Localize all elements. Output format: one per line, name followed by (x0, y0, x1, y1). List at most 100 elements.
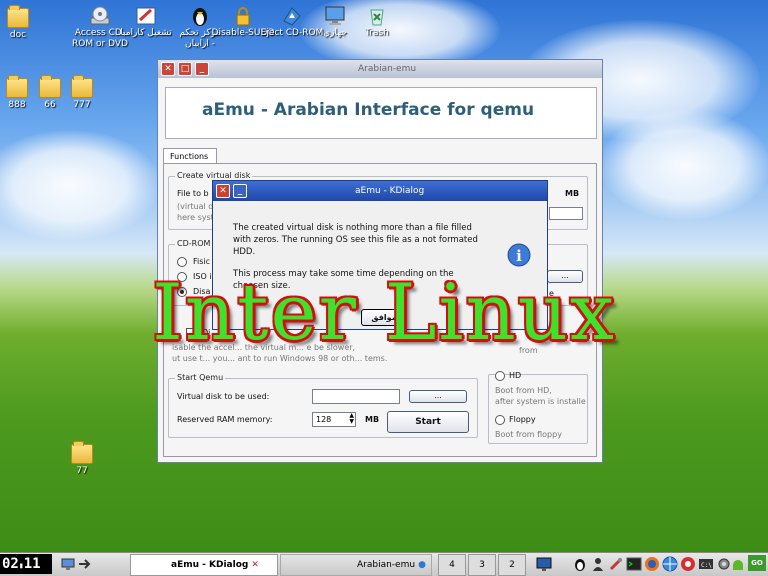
group-legend: Create virtual disk (175, 171, 253, 180)
desktop-icon-77[interactable]: 77 (50, 441, 114, 477)
start-qemu-group: Start Qemu Virtual disk to be used: ... … (168, 373, 478, 438)
cloud (0, 130, 160, 240)
dialog-title: aEmu - KDialog (355, 186, 425, 196)
ram-label: Reserved RAM memory: (177, 415, 273, 424)
lock-icon (236, 7, 250, 26)
vdisk-input[interactable] (312, 389, 400, 404)
radio-label: Fisic (193, 257, 211, 266)
network-icon[interactable] (60, 556, 76, 572)
group-legend: CD-ROM (175, 239, 213, 248)
folder-icon (71, 441, 93, 464)
svg-text:i: i (516, 247, 522, 265)
cdrom-radio-iso[interactable] (177, 272, 187, 282)
desktop-icon-label: Trash (365, 28, 389, 38)
tux-tray-icon[interactable] (572, 556, 588, 572)
terminal-icon[interactable] (626, 556, 642, 572)
karamba-icon (136, 7, 156, 25)
disable-hint-text: ut use t... you... ant to run Windows 98… (172, 354, 388, 363)
dialog-message: HDD. (233, 247, 256, 257)
hint-text: here syst (177, 213, 214, 222)
desktop-icon-777[interactable]: 777 (50, 75, 114, 111)
minimize-icon[interactable]: _ (195, 62, 209, 76)
disable-accel-checkbox[interactable] (186, 328, 197, 339)
start-button[interactable]: Start (387, 411, 469, 433)
size-unit: MB (565, 189, 580, 198)
close-icon[interactable]: ✕ (216, 184, 230, 198)
desktop-icon-label: تشغيل كارامبا (120, 28, 172, 38)
taskbar-task-arabian-emu[interactable]: Arabian-emu ● (280, 554, 432, 576)
clock[interactable]: 02▮11 (0, 554, 52, 574)
chat-icon[interactable] (680, 556, 696, 572)
folder-icon (71, 75, 93, 98)
desktop-icon-label: 777 (73, 100, 91, 110)
maximize-icon[interactable]: □ (178, 62, 192, 76)
close-icon[interactable]: ✕ (161, 62, 175, 76)
tux-icon (193, 8, 207, 26)
boot-right-text: from (519, 346, 538, 355)
vdisk-label: Virtual disk to be used: (177, 392, 270, 401)
tab-functions[interactable]: Functions (163, 148, 217, 164)
boot-hint: Boot from floppy (495, 430, 562, 439)
cdrom-radio-disabled[interactable] (177, 287, 187, 297)
window-title: Arabian-emu (358, 64, 417, 74)
console-icon[interactable]: C:\ (698, 556, 714, 572)
radio-label: HD (509, 371, 522, 380)
desktop-icon-label: doc (9, 30, 27, 40)
boot-hd-radio[interactable] (495, 371, 505, 381)
spin-arrows-icon[interactable]: ▲ ▼ (349, 413, 354, 425)
dialog-message: with zeros. The running OS see this file… (233, 235, 478, 245)
close-x-icon: ✕ (251, 560, 259, 570)
globe-icon[interactable] (662, 556, 678, 572)
tools-icon[interactable] (608, 556, 624, 572)
file-label: File to b (177, 189, 209, 198)
cloud (600, 110, 768, 220)
cdrom-browse-button[interactable]: ... (547, 270, 583, 283)
minimize-icon[interactable]: _ (233, 184, 247, 198)
disable-hint-text: isable the accel... the virtual m... e b… (172, 343, 356, 352)
header-banner: aEmu - Arabian Interface for qemu (165, 87, 597, 139)
user-icon[interactable] (590, 556, 606, 572)
create-disk-input[interactable] (549, 207, 583, 220)
taskbar-task-kdialog[interactable]: aEmu - KDialog ✕ (130, 554, 278, 576)
monitor-icon[interactable] (536, 556, 552, 572)
eject-cd-icon (283, 7, 301, 26)
dialog-message: The created virtual disk is nothing more… (233, 223, 472, 233)
hint-text: (virtual d (177, 202, 214, 211)
ram-spinbox[interactable]: 128 ▲ ▼ (312, 412, 356, 427)
page-title: aEmu - Arabian Interface for qemu (202, 100, 535, 120)
dialog-message: choosen size. (233, 281, 291, 291)
main-window-titlebar[interactable]: ✕ □ _ Arabian-emu (158, 60, 602, 78)
desktop-icon-label: 77 (76, 466, 88, 476)
group-legend: Start Qemu (175, 373, 226, 382)
trash-icon (370, 9, 384, 26)
computer-icon (325, 6, 345, 25)
ok-button[interactable]: موافق (361, 309, 407, 326)
desktop-icon-trash[interactable]: Trash (345, 6, 409, 39)
ram-unit: MB (365, 415, 380, 424)
desktop-4[interactable]: 4 (438, 554, 466, 576)
radio-label: ISO i (193, 272, 212, 281)
desktop-icon-label: جهازي (323, 28, 347, 38)
app-icon: ● (418, 560, 426, 570)
boot-floppy-radio[interactable] (495, 415, 505, 425)
info-icon: i (507, 243, 531, 267)
dialog-titlebar[interactable]: ✕ _ aEmu - KDialog (213, 181, 547, 201)
boot-hint: Boot from HD, (495, 386, 552, 395)
checkbox-label: Di (202, 328, 211, 337)
radio-label: Disa (193, 287, 211, 296)
svg-text:C:\: C:\ (701, 562, 712, 569)
desktop-icon-doc[interactable]: doc (0, 5, 50, 41)
vdisk-browse-button[interactable]: ... (409, 390, 467, 403)
arrow-icon[interactable] (76, 556, 92, 572)
desktop-2[interactable]: 2 (498, 554, 526, 576)
desktop-3[interactable]: 3 (468, 554, 496, 576)
cdrom-right-text: e (549, 289, 554, 298)
browser-icon[interactable] (644, 556, 660, 572)
boot-hint: after system is installe (495, 397, 586, 406)
go-button[interactable]: GO (748, 555, 766, 571)
cdrom-radio-physical[interactable] (177, 257, 187, 267)
folder-icon (7, 5, 29, 28)
android-icon[interactable] (730, 556, 746, 572)
boot-group: HD Boot from HD, after system is install… (488, 371, 588, 444)
radio-label: Floppy (509, 415, 536, 424)
